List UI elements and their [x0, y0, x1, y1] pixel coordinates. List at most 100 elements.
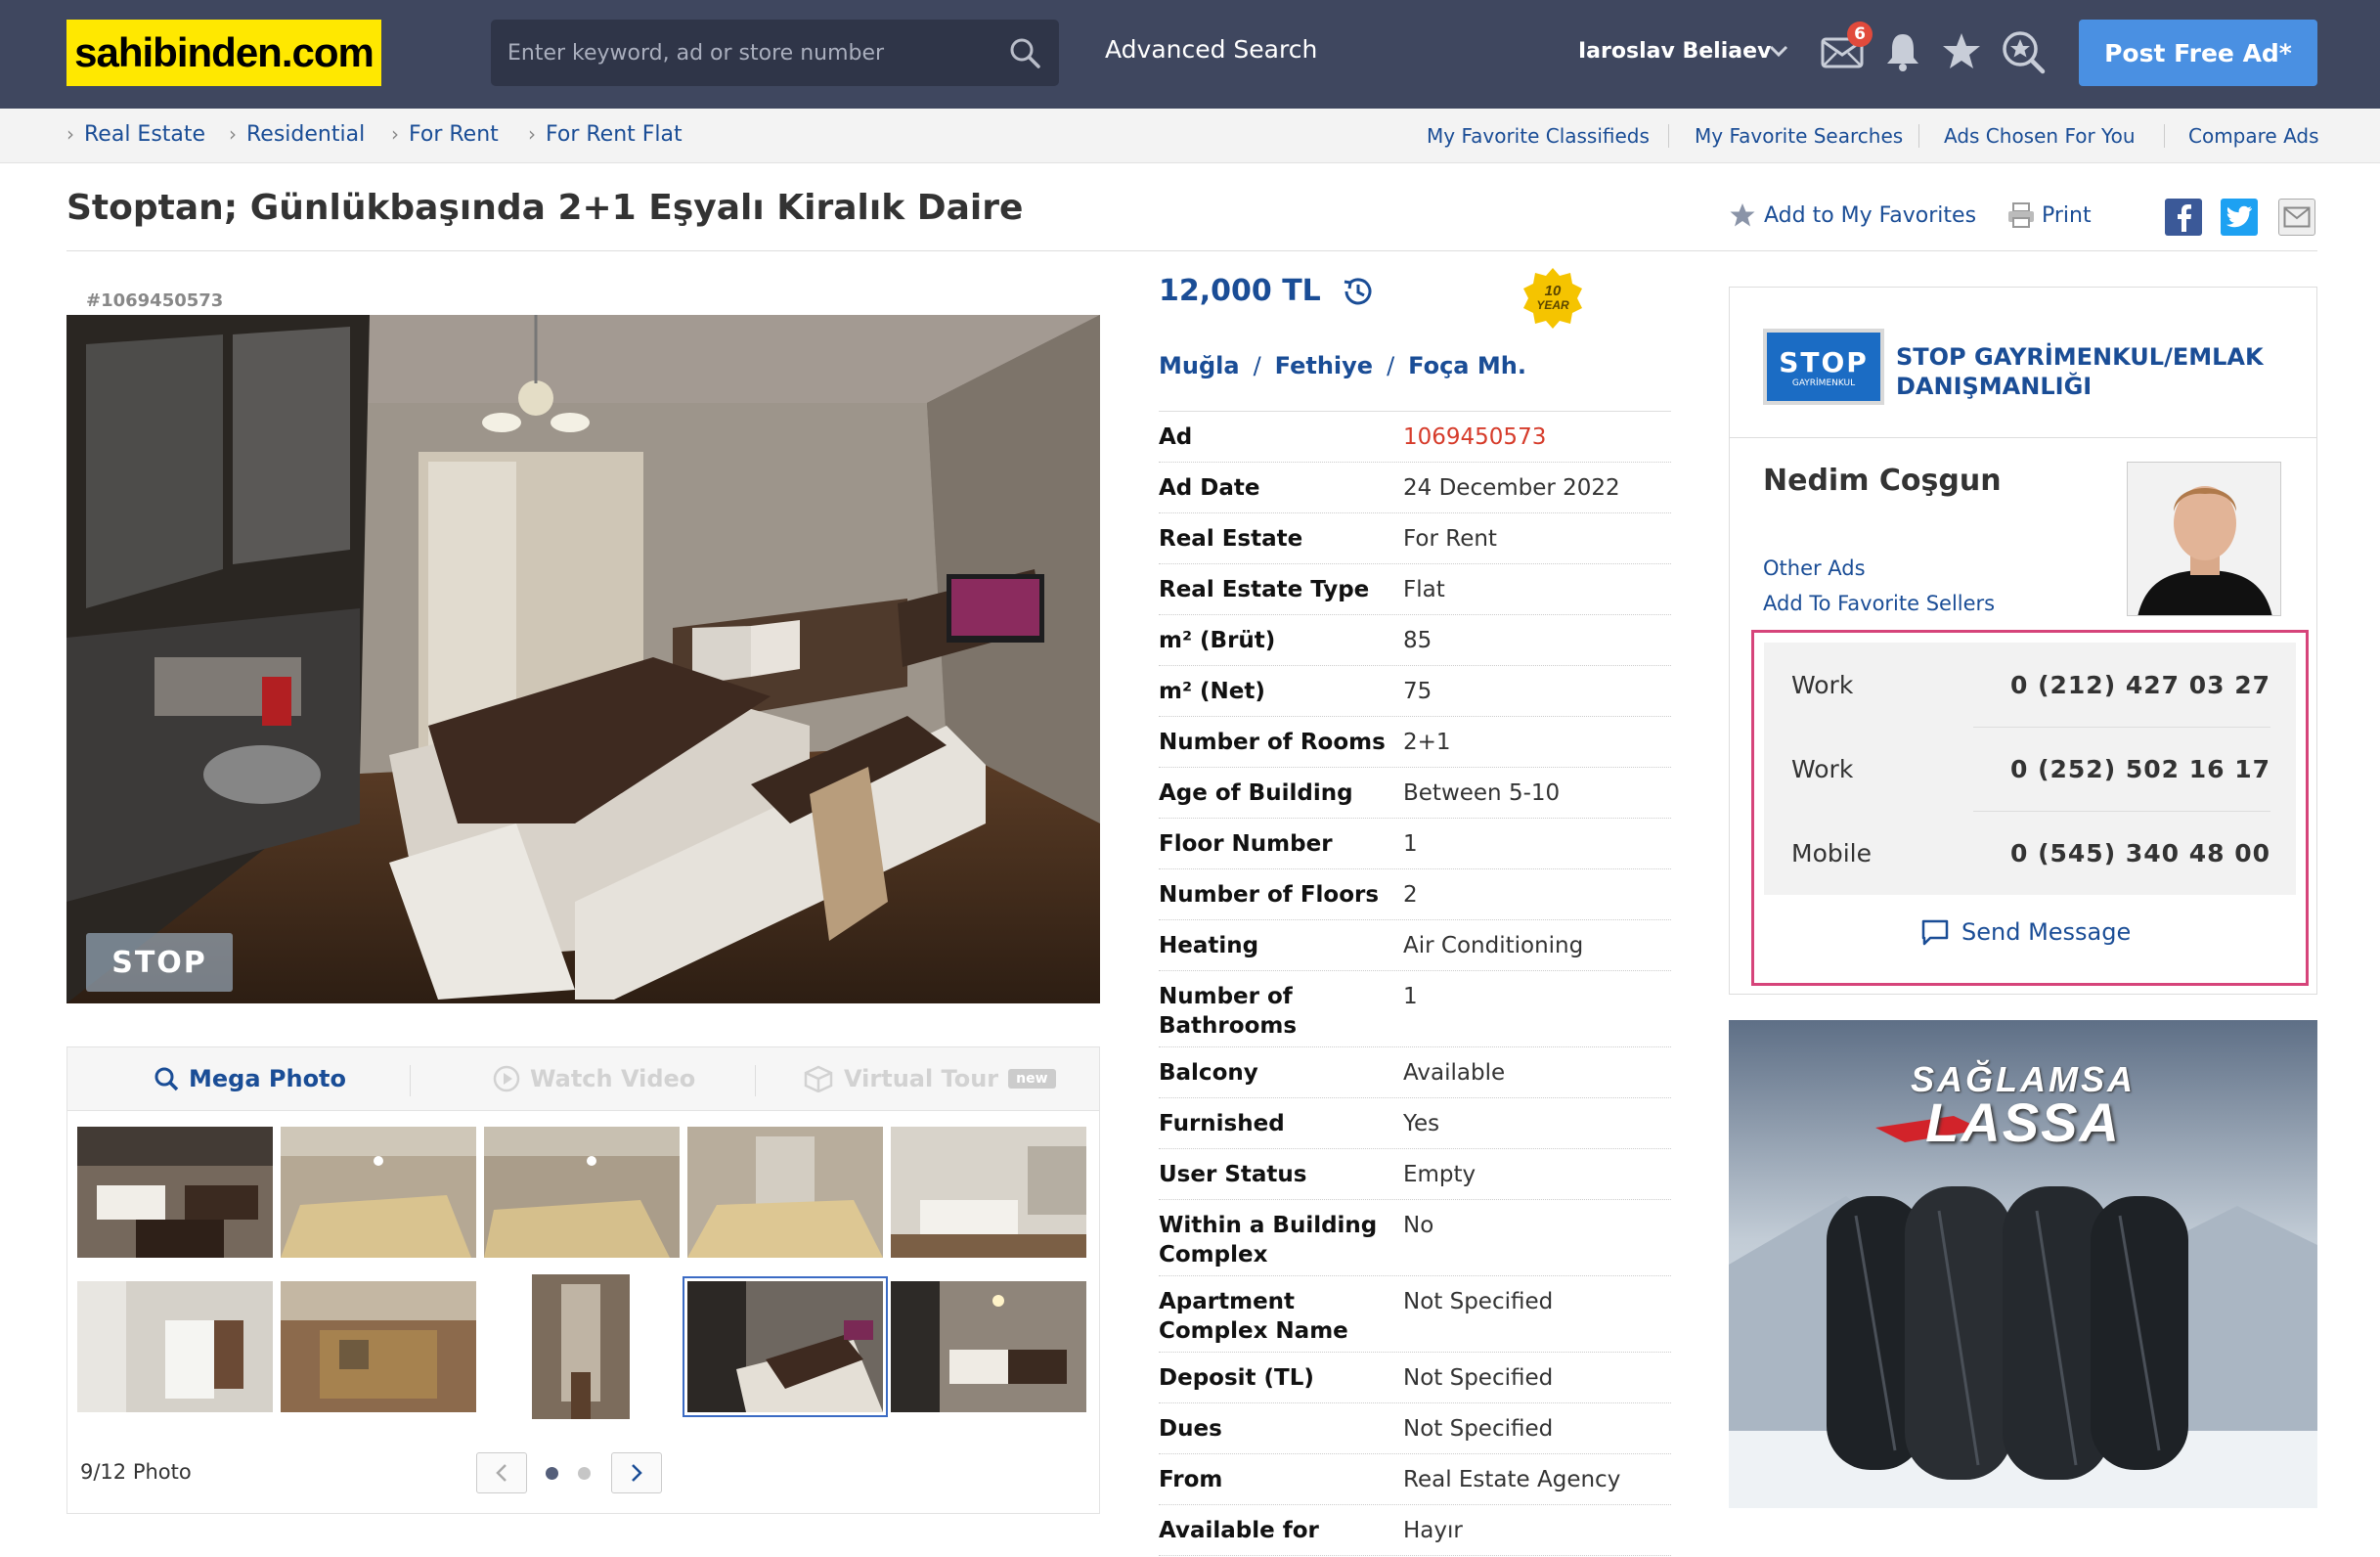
detail-label: Number of Bathrooms [1159, 984, 1298, 1039]
listing-details-table: Ad 1069450573 Ad Date 24 December 2022 Real … [1159, 411, 1671, 1556]
chevron-down-icon[interactable] [1768, 44, 1789, 58]
printer-icon [2008, 202, 2034, 228]
detail-label: Apartment Complex Name [1159, 1289, 1348, 1344]
page-dot[interactable] [578, 1467, 591, 1480]
thumbnail[interactable] [532, 1274, 630, 1419]
advertisement-banner[interactable]: SAĞLAMSA LASSA [1729, 1020, 2317, 1508]
mega-photo-tab[interactable]: Mega Photo [154, 1065, 346, 1092]
detail-value: Yes [1403, 1111, 1440, 1136]
send-message-label: Send Message [1961, 918, 2132, 946]
detail-row: Within a Building Complex No [1159, 1200, 1671, 1276]
watch-video-tab: Watch Video [493, 1065, 695, 1092]
detail-row: Heating Air Conditioning [1159, 920, 1671, 971]
detail-label: m² (Net) [1159, 679, 1265, 704]
prev-page-button[interactable] [476, 1452, 527, 1493]
thumbnail[interactable] [891, 1127, 1086, 1258]
phone-number[interactable]: 0 (545) 340 48 00 [2010, 839, 2270, 867]
thumbnail[interactable] [77, 1127, 273, 1258]
next-page-button[interactable] [611, 1452, 662, 1493]
detail-value: Not Specified [1403, 1289, 1554, 1314]
detail-label: Available for [1159, 1518, 1319, 1543]
breadcrumb-for-rent[interactable]: For Rent [391, 122, 499, 147]
store-header[interactable]: STOP GAYRİMENKUL STOP GAYRİMENKUL/EMLAK … [1730, 288, 2316, 438]
site-logo[interactable]: sahibinden.com [66, 20, 381, 86]
breadcrumb-for-rent-flat[interactable]: For Rent Flat [528, 122, 683, 147]
detail-value: Hayır [1403, 1518, 1463, 1543]
detail-value: Not Specified [1403, 1416, 1554, 1442]
chat-bubble-icon [1921, 919, 1949, 946]
user-menu[interactable]: Iaroslav Beliaev [1578, 39, 1771, 64]
cube-icon [804, 1065, 833, 1092]
my-favorite-classifieds-link[interactable]: My Favorite Classifieds [1427, 124, 1650, 148]
my-favorite-searches-link[interactable]: My Favorite Searches [1695, 124, 1903, 148]
year-badge-number: 10 [1545, 283, 1562, 299]
seller-card: STOP GAYRİMENKUL STOP GAYRİMENKUL/EMLAK … [1729, 287, 2317, 995]
phone-numbers-highlight: Work 0 (212) 427 03 27 Work 0 (252) 502 … [1751, 630, 2309, 986]
price-history-icon[interactable] [1339, 275, 1374, 308]
detail-value: 85 [1403, 628, 1432, 653]
detail-value: For Rent [1403, 526, 1497, 552]
detail-value: 24 December 2022 [1403, 475, 1620, 501]
detail-label: Age of Building [1159, 780, 1353, 806]
email-share-icon[interactable] [2278, 199, 2315, 236]
phone-row-work-2: Work 0 (252) 502 16 17 [1791, 727, 2270, 811]
thumbnail-selected[interactable] [683, 1276, 888, 1417]
detail-row: Real Estate For Rent [1159, 513, 1671, 564]
detail-label: User Status [1159, 1162, 1307, 1187]
seller-avatar [2127, 462, 2281, 616]
ads-chosen-for-you-link[interactable]: Ads Chosen For You [1944, 124, 2136, 148]
page-dot-active[interactable] [546, 1467, 558, 1480]
facebook-share-icon[interactable] [2165, 199, 2202, 236]
store-logo: STOP GAYRİMENKUL [1763, 329, 1884, 405]
detail-label: From [1159, 1467, 1223, 1492]
search-icon[interactable] [1008, 36, 1041, 69]
virtual-tour-label: Virtual Tour [844, 1065, 999, 1092]
detail-label: Ad [1159, 424, 1193, 450]
detail-value: No [1403, 1213, 1434, 1238]
location-neighborhood[interactable]: Foça Mh. [1408, 352, 1526, 379]
detail-label: Within a Building Complex [1159, 1213, 1378, 1268]
thumbnail[interactable] [687, 1127, 883, 1258]
thumbnail[interactable] [891, 1281, 1086, 1412]
search-input[interactable] [507, 20, 977, 86]
bell-icon[interactable] [1885, 31, 1920, 72]
print-link[interactable]: Print [2006, 201, 2092, 229]
add-to-favorites-link[interactable]: Add to My Favorites [1729, 201, 1976, 229]
advanced-search-link[interactable]: Advanced Search [1105, 35, 1317, 64]
detail-value: 75 [1403, 679, 1432, 704]
phone-label: Work [1791, 754, 1854, 783]
location-district[interactable]: Fethiye [1275, 352, 1373, 379]
compare-ads-link[interactable]: Compare Ads [2188, 124, 2319, 148]
top-header: sahibinden.com Advanced Search Iaroslav … [0, 0, 2380, 109]
store-name[interactable]: STOP GAYRİMENKUL/EMLAK DANIŞMANLIĞI [1896, 342, 2307, 401]
phone-number[interactable]: 0 (212) 427 03 27 [2010, 671, 2270, 699]
thumbnail[interactable] [281, 1281, 476, 1412]
thumbnail[interactable] [281, 1127, 476, 1258]
thumbnail[interactable] [484, 1127, 680, 1258]
photo-counter: 9/12 Photo [80, 1460, 192, 1484]
listing-title: Stoptan; Günlükbaşında 2+1 Eşyalı Kiralı… [66, 188, 1024, 228]
breadcrumb-real-estate[interactable]: Real Estate [66, 122, 205, 147]
detail-value: Air Conditioning [1403, 933, 1584, 958]
search-bar [491, 20, 1059, 86]
play-icon [493, 1065, 520, 1092]
detail-value: Between 5-10 [1403, 780, 1561, 806]
divider [1918, 124, 1919, 148]
send-message-button[interactable]: Send Message [1920, 918, 2131, 946]
favorite-search-icon[interactable] [2001, 29, 2046, 74]
agency-watermark: STOP [86, 933, 233, 992]
post-free-ad-button[interactable]: Post Free Ad* [2079, 20, 2317, 86]
breadcrumb-residential[interactable]: Residential [229, 122, 365, 147]
location-city[interactable]: Muğla [1159, 352, 1240, 379]
main-listing-photo[interactable]: STOP [66, 315, 1100, 1003]
detail-row: From Real Estate Agency [1159, 1454, 1671, 1505]
add-to-favorite-sellers-link[interactable]: Add To Favorite Sellers [1763, 592, 1995, 615]
detail-value: 1 [1403, 831, 1418, 857]
other-ads-link[interactable]: Other Ads [1763, 556, 1866, 580]
phone-number[interactable]: 0 (252) 502 16 17 [2010, 755, 2270, 783]
detail-label: Number of Floors [1159, 882, 1380, 908]
star-icon[interactable] [1941, 31, 1982, 70]
twitter-share-icon[interactable] [2221, 199, 2258, 236]
thumbnail[interactable] [77, 1281, 273, 1412]
detail-label: Floor Number [1159, 831, 1333, 857]
